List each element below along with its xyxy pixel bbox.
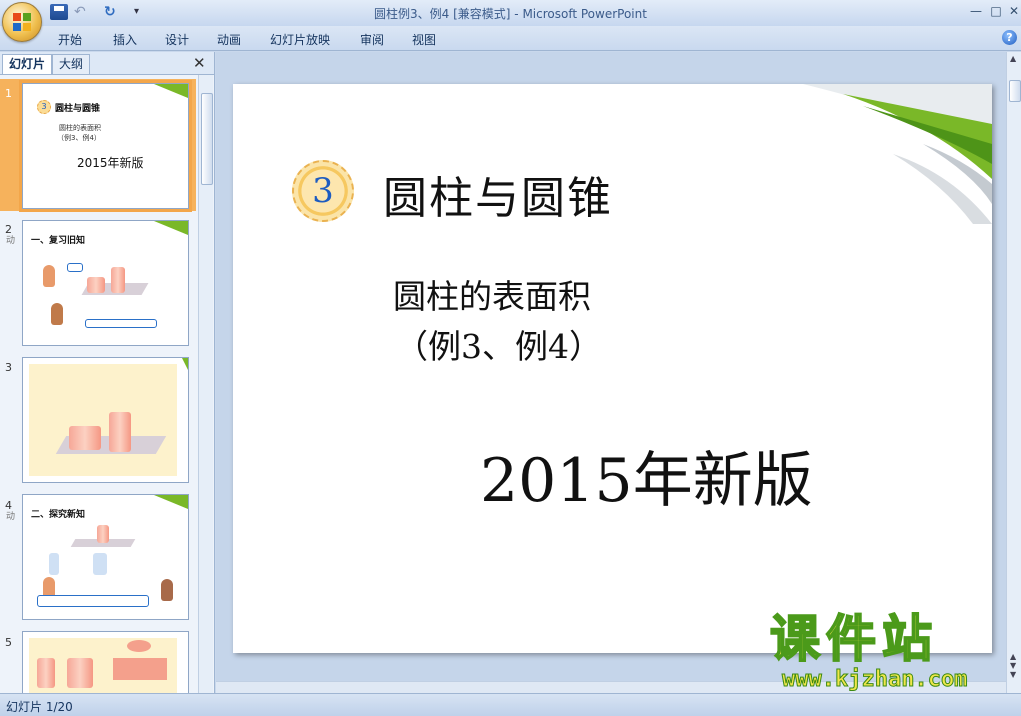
scrollbar-thumb[interactable] [201,93,213,185]
speech-bubble [37,595,149,607]
ribbon-tabs: 开始 插入 设计 动画 幻灯片放映 审阅 视图 ? [0,26,1021,51]
speech-bubble [85,319,157,328]
thumbnail-slide-1[interactable]: 3 圆柱与圆锥 圆柱的表面积 （例3、例4） 2015年新版 [19,80,192,212]
animation-icon: 动 [4,511,14,520]
slide-scrollbar[interactable]: ▲ ▲ ▼ ▼ [1006,52,1021,693]
tab-review[interactable]: 审阅 [360,31,384,48]
cylinder-shape [37,658,55,688]
thumbnail-number: 1 [5,87,12,100]
thumbnail-title: 二、探究新知 [31,510,86,520]
student-figure [43,265,55,287]
window-title: 圆柱例3、例4 [兼容模式] - Microsoft PowerPoint [374,7,647,21]
scroll-up-icon[interactable]: ▲ [1010,54,1016,63]
thumbnail-title: 圆柱与圆锥 [55,104,101,114]
cylinder-shape [67,658,93,688]
tab-insert[interactable]: 插入 [113,31,137,48]
scroll-down-icon[interactable]: ▲ ▼ ▼ [1010,652,1016,679]
chapter-number: 3 [312,171,334,211]
tab-slideshow[interactable]: 幻灯片放映 [270,31,330,48]
close-button[interactable]: ✕ [1004,2,1021,20]
animation-icon: 动 [4,235,14,244]
cylinder-shape [109,412,131,452]
green-corner-decoration [154,84,188,98]
cylinder-shape [111,267,125,293]
cylinder-shape [69,426,101,450]
maximize-button[interactable]: □ [986,2,1006,20]
ellipse-shape [127,640,151,652]
cylinder-shape [87,277,105,293]
help-icon[interactable]: ? [1002,30,1017,45]
thumbnail-year: 2015年新版 [77,156,144,170]
cylinder-shape [97,525,109,543]
cylinder-shape [93,553,107,575]
office-button[interactable] [2,2,42,42]
office-logo-icon [13,13,31,31]
slide-title[interactable]: 圆柱与圆锥 [383,162,613,226]
slide-subtitle-examples[interactable]: （例3、例4） [395,320,602,368]
thumbnail-scrollbar[interactable] [198,75,213,693]
tab-view[interactable]: 视图 [412,31,436,48]
cylinder-shape [49,553,59,575]
tab-slides[interactable]: 幻灯片 [2,54,53,74]
watermark-url: www.kjzhan.com [781,667,968,693]
thumbnail-slide-5[interactable] [22,631,189,693]
tab-outline[interactable]: 大纲 [52,54,91,74]
speech-bubble [67,263,83,272]
panel-close-icon[interactable]: ✕ [193,54,206,72]
slide-subtitle[interactable]: 圆柱的表面积 [393,270,591,318]
student-figure [161,579,173,601]
title-bar: ↶ ↻ ▾ 圆柱例3、例4 [兼容模式] - Microsoft PowerPo… [0,0,1021,26]
green-corner-decoration [154,495,188,509]
minimize-button[interactable]: — [966,2,986,20]
teacher-figure [51,303,63,325]
tab-home[interactable]: 开始 [58,31,82,48]
thumbnail-slide-3[interactable] [22,357,189,483]
rectangle-shape [113,658,167,680]
slide-editing-area: 3 圆柱与圆锥 圆柱的表面积 （例3、例4） 2015年新版 [216,52,1006,693]
thumbnail-line: 圆柱的表面积 [59,124,101,132]
green-corner-decoration [154,221,188,235]
slide-counter: 幻灯片 1/20 [6,700,73,714]
thumbnail-title: 一、复习旧知 [31,236,86,246]
slide-edition-year[interactable]: 2015年新版 [480,432,813,519]
scrollbar-thumb[interactable] [1009,80,1021,102]
current-slide[interactable]: 3 圆柱与圆锥 圆柱的表面积 （例3、例4） 2015年新版 [233,84,992,653]
chapter-badge-icon: 3 [37,100,51,114]
status-bar: 幻灯片 1/20 [0,693,1021,716]
thumbnail-list: 1 3 圆柱与圆锥 圆柱的表面积 （例3、例4） 2015年新版 2 动 一、复… [0,75,198,693]
slides-panel: 幻灯片 大纲 ✕ 1 3 圆柱与圆锥 圆柱的表面积 （例3、例4） 2015年新… [0,52,215,693]
thumbnail-line: （例3、例4） [57,134,101,142]
tab-animations[interactable]: 动画 [217,31,241,48]
green-corner-decoration [182,358,188,370]
thumbnail-number: 5 [5,636,12,649]
tab-design[interactable]: 设计 [165,31,189,48]
panel-tab-strip: 幻灯片 大纲 ✕ [0,52,214,75]
watermark-logo: 课件站 [769,610,938,668]
thumbnail-slide-2[interactable]: 一、复习旧知 [22,220,189,346]
chapter-badge: 3 [292,160,354,222]
thumbnail-slide-4[interactable]: 二、探究新知 [22,494,189,620]
slide-background [29,364,177,476]
page-curl-decoration [803,84,992,224]
thumbnail-number: 3 [5,361,12,374]
